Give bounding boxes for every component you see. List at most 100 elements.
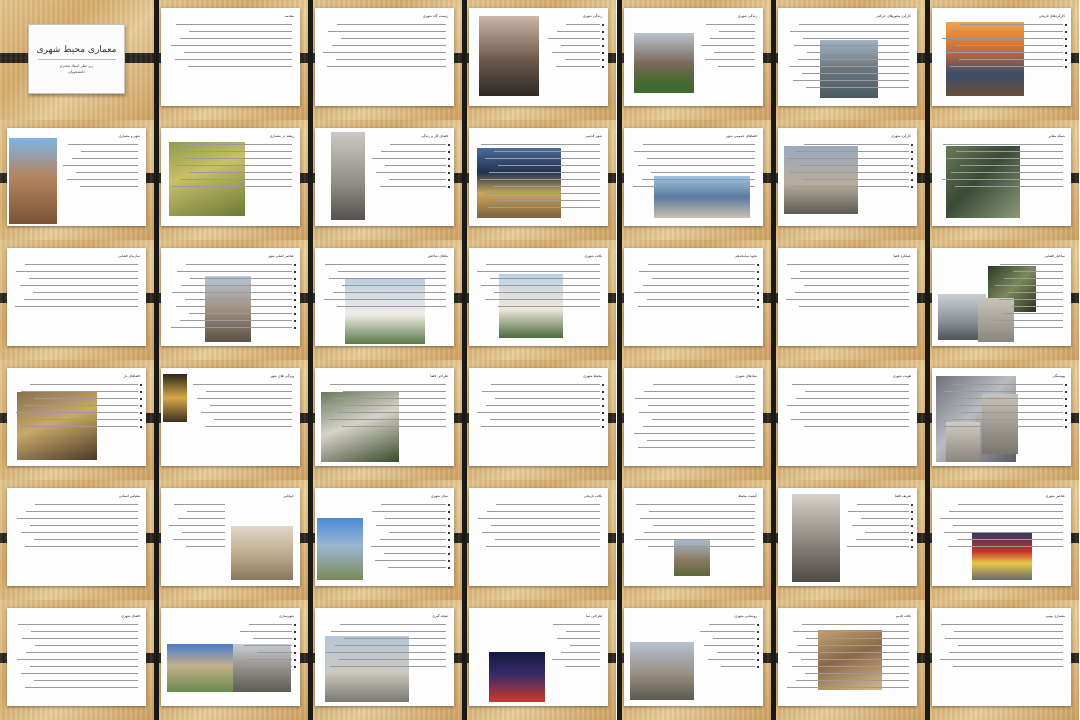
cover-line-2: دانشجویان bbox=[68, 69, 85, 74]
slide-thumbnail[interactable]: محیط شهری bbox=[462, 360, 616, 480]
text-line bbox=[480, 179, 600, 180]
slide-thumbnail[interactable]: هویت شهری bbox=[771, 360, 925, 480]
slide-image bbox=[820, 40, 878, 98]
slide-thumbnail[interactable]: بناهای شاخص bbox=[308, 240, 462, 360]
slide-thumbnail[interactable]: فضای شهری bbox=[0, 600, 154, 720]
text-line bbox=[804, 285, 909, 286]
slide-thumbnail[interactable]: شهرسازی bbox=[154, 600, 308, 720]
slide-divider bbox=[617, 360, 622, 480]
slide-thumbnail[interactable]: بافت قدیم bbox=[771, 600, 925, 720]
slide-thumbnail[interactable]: نتیجه گیری bbox=[308, 600, 462, 720]
slide-thumbnail[interactable]: طراحی نما bbox=[462, 600, 616, 720]
text-line bbox=[338, 271, 446, 272]
slide-thumbnail[interactable]: بافت شهری bbox=[462, 240, 616, 360]
slide-thumbnail[interactable]: فضاهای عمومی شهر bbox=[617, 120, 771, 240]
text-line bbox=[652, 278, 755, 279]
slide-title: نحوه ساماندهی bbox=[734, 254, 757, 258]
slide-thumbnail[interactable]: خوانایی bbox=[154, 480, 308, 600]
text-line bbox=[253, 638, 292, 639]
slide-thumbnail[interactable]: مقیاس انسانی bbox=[0, 480, 154, 600]
slide-thumbnail[interactable]: بافت تاریخی bbox=[462, 480, 616, 600]
slide-thumbnail[interactable]: مقدمه bbox=[154, 0, 308, 120]
slide-thumbnail[interactable]: شهر و معماری bbox=[0, 120, 154, 240]
slide-thumbnail[interactable]: عناصر شهری bbox=[925, 480, 1079, 600]
slide-thumbnail-cover[interactable]: معماری محیط شهری زیر نظر استاد محترم دانشج… bbox=[0, 0, 154, 120]
text-line bbox=[489, 172, 600, 173]
slide-thumbnail[interactable]: پیوستگی bbox=[925, 360, 1079, 480]
bullet bbox=[757, 291, 759, 294]
slide-image bbox=[163, 374, 187, 422]
slide-thumbnail[interactable]: زندگی شهری bbox=[462, 0, 616, 120]
slide-page: روشنایی شهری bbox=[624, 608, 763, 706]
slide-thumbnail[interactable]: شبکه معابر bbox=[925, 120, 1079, 240]
text-line bbox=[389, 179, 446, 180]
slide-title: بافت تاریخی bbox=[583, 494, 602, 498]
text-line bbox=[172, 151, 292, 152]
text-line bbox=[188, 66, 292, 67]
text-line bbox=[176, 165, 292, 166]
slide-page: طراحی نما bbox=[469, 608, 608, 706]
slide-thumbnail[interactable]: شهر قدیمی bbox=[462, 120, 616, 240]
text-line bbox=[239, 666, 292, 667]
text-line bbox=[953, 384, 1063, 385]
text-line bbox=[803, 179, 909, 180]
text-line bbox=[31, 631, 138, 632]
text-line bbox=[861, 518, 909, 519]
slide-divider bbox=[771, 120, 776, 240]
slide-thumbnail[interactable]: معماری بومی bbox=[925, 600, 1079, 720]
text-line bbox=[557, 31, 600, 32]
slide-image bbox=[654, 176, 750, 218]
text-line bbox=[949, 511, 1063, 512]
slide-divider bbox=[925, 600, 930, 720]
text-line bbox=[721, 666, 755, 667]
text-line bbox=[324, 299, 446, 300]
slide-thumbnail[interactable]: عملکرد فضا bbox=[771, 240, 925, 360]
slide-thumbnail[interactable]: نحوه ساماندهی bbox=[617, 240, 771, 360]
text-line bbox=[565, 59, 600, 60]
text-line bbox=[653, 525, 755, 526]
slide-thumbnail[interactable]: فضاهای باز bbox=[0, 360, 154, 480]
text-line bbox=[953, 666, 1063, 667]
slide-thumbnail[interactable]: طراحی فضا bbox=[308, 360, 462, 480]
slide-thumbnail[interactable]: کیفیت محیط bbox=[617, 480, 771, 600]
text-line bbox=[635, 398, 755, 399]
slide-image bbox=[489, 652, 545, 702]
text-line bbox=[201, 412, 292, 413]
slide-thumbnail[interactable]: سازمان فضایی bbox=[0, 240, 154, 360]
text-line bbox=[947, 158, 1063, 159]
text-line bbox=[940, 518, 1063, 519]
bullet bbox=[602, 404, 604, 407]
slide-page: معماری بومی bbox=[932, 608, 1071, 706]
text-line bbox=[801, 659, 909, 660]
text-line bbox=[181, 285, 292, 286]
slide-thumbnail[interactable]: ویژگی های شهر bbox=[154, 360, 308, 480]
slide-thumbnail[interactable]: نمادهای شهری bbox=[617, 360, 771, 480]
text-line bbox=[486, 264, 600, 265]
bullet bbox=[911, 517, 913, 520]
text-line bbox=[371, 546, 446, 547]
text-line bbox=[491, 384, 600, 385]
text-line bbox=[481, 144, 600, 145]
text-line bbox=[802, 73, 909, 74]
text-line bbox=[642, 179, 755, 180]
slide-thumbnail[interactable]: کارکرد محورهای حرکتی bbox=[771, 0, 925, 120]
slide-thumbnail[interactable]: ساختار فضایی bbox=[925, 240, 1079, 360]
bullet bbox=[757, 623, 759, 626]
slide-thumbnail[interactable]: ریشه در معماری bbox=[154, 120, 308, 240]
slide-thumbnail[interactable]: تعریف فضا bbox=[771, 480, 925, 600]
slide-thumbnail[interactable]: کارکرد شهری bbox=[771, 120, 925, 240]
text-line bbox=[636, 504, 755, 505]
slide-thumbnail[interactable]: روشنایی شهری bbox=[617, 600, 771, 720]
bullet bbox=[911, 545, 913, 548]
slide-divider bbox=[771, 480, 776, 600]
text-line bbox=[30, 666, 138, 667]
text-line bbox=[333, 292, 446, 293]
slide-thumbnail[interactable]: کارکردهای تاریخی bbox=[925, 0, 1079, 120]
slide-thumbnail[interactable]: نمای شهری bbox=[308, 480, 462, 600]
slide-thumbnail[interactable]: عناصر اصلی شهر bbox=[154, 240, 308, 360]
text-line bbox=[1000, 264, 1063, 265]
slide-thumbnail[interactable]: زندگی شهری bbox=[617, 0, 771, 120]
text-line bbox=[957, 539, 1063, 540]
slide-thumbnail[interactable]: زیست گاه شهری bbox=[308, 0, 462, 120]
slide-thumbnail[interactable]: فضای کار و زندگی bbox=[308, 120, 462, 240]
